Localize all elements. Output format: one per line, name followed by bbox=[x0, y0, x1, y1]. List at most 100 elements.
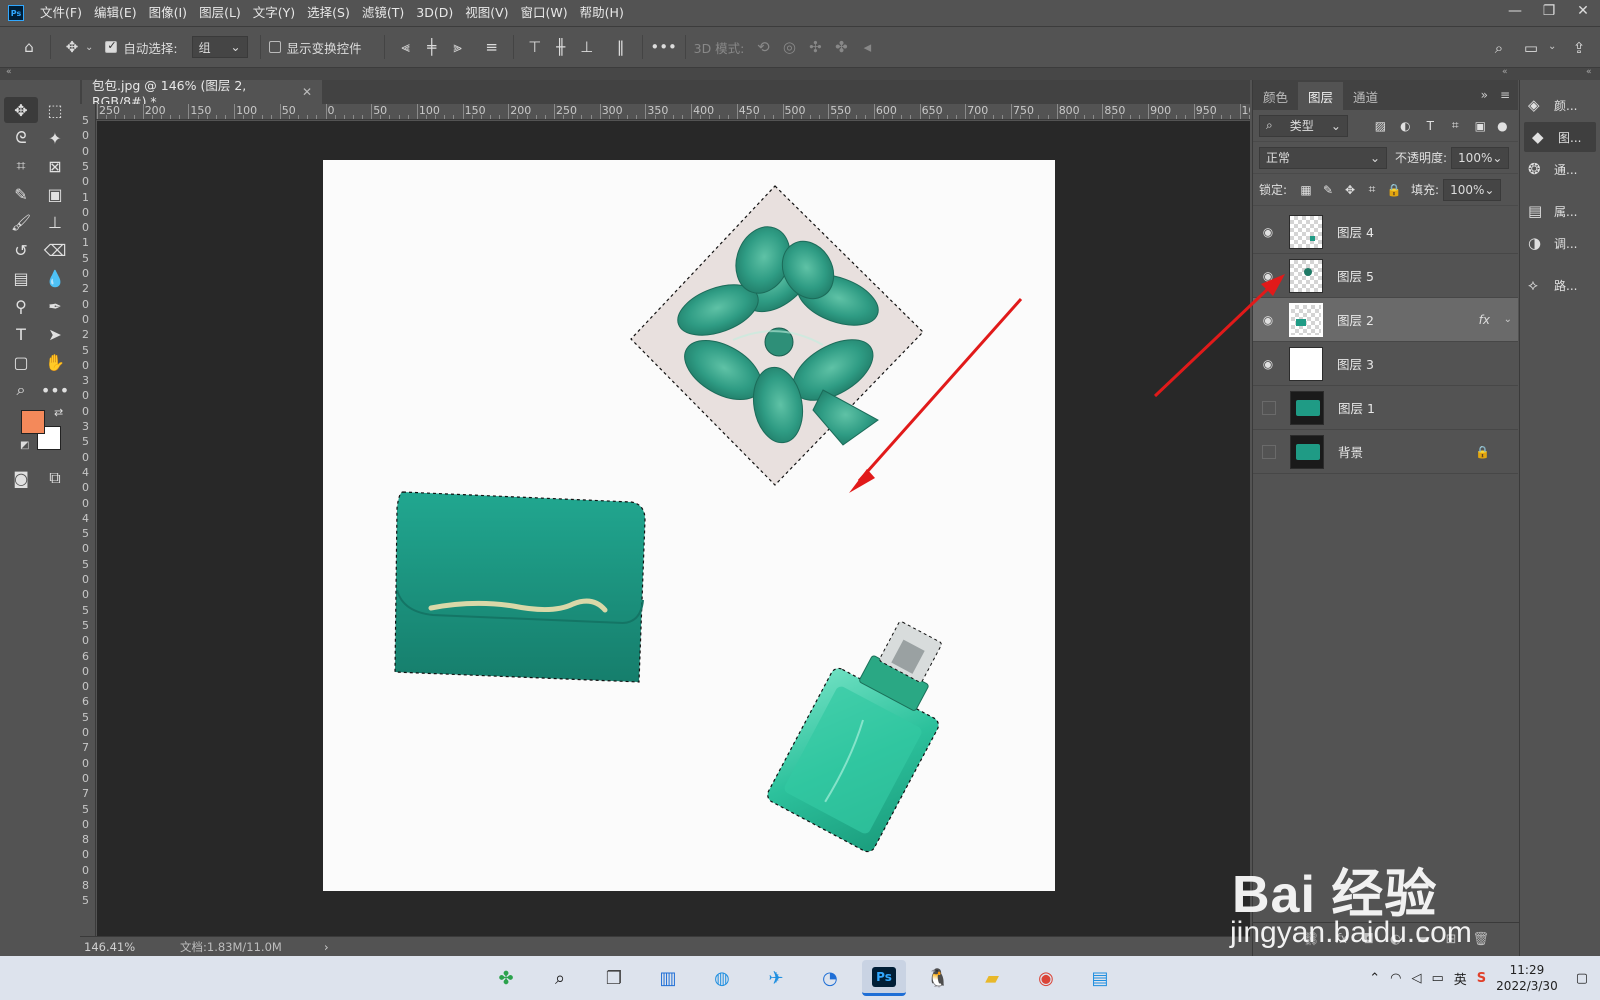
chrome-icon[interactable]: ◉ bbox=[1024, 960, 1068, 996]
distribute-vertical-icon[interactable]: ‖ bbox=[608, 34, 634, 60]
dock-item-channels[interactable]: ❂ 通... bbox=[1520, 154, 1600, 184]
lock-artboard-icon[interactable]: ⌗ bbox=[1361, 182, 1383, 197]
menu-help[interactable]: 帮助(H) bbox=[574, 0, 630, 26]
tab-channels[interactable]: 通道 bbox=[1343, 82, 1388, 110]
wifi-icon[interactable]: ◠ bbox=[1390, 971, 1401, 986]
edge-browser-icon[interactable]: ◍ bbox=[700, 960, 744, 996]
layer-row-layer-3[interactable]: ◉ 图层 3 bbox=[1253, 342, 1518, 386]
hand-tool-icon[interactable]: ✋ bbox=[38, 349, 72, 375]
canvas-workspace[interactable] bbox=[97, 121, 1250, 936]
3d-orbit-icon[interactable]: ⟲ bbox=[750, 34, 776, 60]
3d-camera-icon[interactable]: ◂ bbox=[854, 34, 880, 60]
align-vcenter-icon[interactable]: ╫ bbox=[548, 34, 574, 60]
new-group-icon[interactable]: ▬ bbox=[1417, 932, 1429, 947]
menu-select[interactable]: 选择(S) bbox=[301, 0, 356, 26]
close-tab-icon[interactable]: ✕ bbox=[302, 85, 312, 99]
home-icon[interactable]: ⌂ bbox=[16, 34, 42, 60]
path-selection-tool-icon[interactable]: ➤ bbox=[38, 321, 72, 347]
dock-item-properties[interactable]: ▤ 属... bbox=[1520, 196, 1600, 226]
volume-icon[interactable]: ◁ bbox=[1411, 971, 1421, 986]
layer-effects-icon[interactable]: fx bbox=[1479, 313, 1490, 327]
distribute-horizontal-icon[interactable]: ≡ bbox=[479, 34, 505, 60]
auto-select-checkbox[interactable] bbox=[105, 39, 118, 53]
type-tool-icon[interactable]: T bbox=[4, 321, 38, 347]
dock-item-color[interactable]: ◈ 颜... bbox=[1520, 90, 1600, 120]
visibility-eye-icon[interactable]: ◉ bbox=[1253, 313, 1283, 327]
task-view-icon[interactable]: ❐ bbox=[592, 960, 636, 996]
dock-item-layers[interactable]: ◆ 图... bbox=[1524, 122, 1596, 152]
sogou-ime-icon[interactable]: S bbox=[1477, 971, 1486, 986]
patch-tool-icon[interactable]: ▣ bbox=[38, 181, 72, 207]
dock-item-adjustments[interactable]: ◑ 调... bbox=[1520, 228, 1600, 258]
visibility-toggle-off[interactable] bbox=[1262, 444, 1276, 459]
minimize-button[interactable]: — bbox=[1498, 0, 1532, 22]
document-canvas[interactable] bbox=[323, 160, 1055, 891]
layer-row-layer-5[interactable]: ◉ 图层 5 bbox=[1253, 254, 1518, 298]
default-colors-icon[interactable]: ◩ bbox=[20, 440, 29, 451]
align-hcenter-icon[interactable]: ╪ bbox=[419, 34, 445, 60]
visibility-eye-icon[interactable]: ◉ bbox=[1253, 269, 1283, 283]
feishu-icon[interactable]: ✈ bbox=[754, 960, 798, 996]
collapse-dock-icon[interactable]: « bbox=[1586, 67, 1592, 77]
filter-adjustment-icon[interactable]: ◐ bbox=[1393, 119, 1418, 133]
battery-icon[interactable]: ▭ bbox=[1431, 971, 1443, 986]
align-right-icon[interactable]: ⫸ bbox=[445, 34, 471, 60]
screen-mode-icon[interactable]: ⧉ bbox=[38, 465, 72, 491]
menu-filter[interactable]: 滤镜(T) bbox=[356, 0, 410, 26]
add-style-icon[interactable]: fx bbox=[1335, 932, 1347, 947]
chevron-down-icon[interactable]: ⌄ bbox=[85, 42, 93, 53]
lock-transparent-icon[interactable]: ▦ bbox=[1295, 183, 1317, 197]
layer-filter-dropdown[interactable]: ⌕ 类型 ⌄ bbox=[1259, 114, 1348, 137]
chevron-up-icon[interactable]: ⌃ bbox=[1369, 971, 1380, 986]
lock-icon[interactable]: 🔒 bbox=[1475, 445, 1490, 459]
swap-colors-icon[interactable]: ⇄ bbox=[54, 406, 63, 419]
search-icon[interactable]: ⌕ bbox=[538, 960, 582, 996]
quick-mask-icon[interactable]: ◙ bbox=[4, 465, 38, 491]
3d-slide-icon[interactable]: ✤ bbox=[828, 34, 854, 60]
new-adjustment-icon[interactable]: ◐ bbox=[1390, 932, 1401, 947]
3d-roll-icon[interactable]: ◎ bbox=[776, 34, 802, 60]
menu-layer[interactable]: 图层(L) bbox=[193, 0, 247, 26]
move-tool-icon[interactable]: ✥ bbox=[4, 97, 38, 123]
new-layer-icon[interactable]: ⊞ bbox=[1446, 932, 1457, 947]
expand-panel-icon[interactable]: » bbox=[1481, 88, 1488, 102]
menu-file[interactable]: 文件(F) bbox=[34, 0, 88, 26]
link-layers-icon[interactable]: ⛓ bbox=[1303, 932, 1320, 947]
frame-tool-icon[interactable]: ⊠ bbox=[38, 153, 72, 179]
lock-pixels-icon[interactable]: ✎ bbox=[1317, 183, 1339, 197]
visibility-eye-icon[interactable]: ◉ bbox=[1253, 357, 1283, 371]
status-menu-arrow-icon[interactable]: › bbox=[324, 940, 329, 954]
lasso-tool-icon[interactable]: ᘓ bbox=[4, 125, 38, 151]
document-tab[interactable]: 包包.jpg @ 146% (图层 2, RGB/8#) * ✕ bbox=[82, 78, 322, 109]
visibility-eye-icon[interactable]: ◉ bbox=[1253, 225, 1283, 239]
notification-icon[interactable]: ▢ bbox=[1576, 971, 1588, 986]
search-icon[interactable]: ⌕ bbox=[1486, 35, 1512, 61]
widgets-icon[interactable]: ▥ bbox=[646, 960, 690, 996]
panel-menu-icon[interactable]: ≡ bbox=[1500, 88, 1510, 102]
pen-tool-icon[interactable]: ✒ bbox=[38, 293, 72, 319]
align-bottom-icon[interactable]: ⊥ bbox=[574, 34, 600, 60]
marquee-tool-icon[interactable]: ⬚ bbox=[38, 97, 72, 123]
filter-smart-object-icon[interactable]: ▣ bbox=[1468, 119, 1493, 133]
fill-input[interactable]: 100% ⌄ bbox=[1443, 178, 1502, 201]
foreground-color-swatch[interactable] bbox=[21, 410, 45, 434]
crop-tool-icon[interactable]: ⌗ bbox=[4, 153, 38, 179]
gradient-tool-icon[interactable]: ▤ bbox=[4, 265, 38, 291]
menu-window[interactable]: 窗口(W) bbox=[515, 0, 574, 26]
close-button[interactable]: ✕ bbox=[1566, 0, 1600, 22]
dodge-tool-icon[interactable]: ⚲ bbox=[4, 293, 38, 319]
zoom-level[interactable]: 146.41% bbox=[84, 940, 174, 954]
auto-select-target-dropdown[interactable]: 组 ⌄ bbox=[191, 36, 248, 58]
input-method-indicator[interactable]: 英 bbox=[1454, 969, 1467, 988]
lock-position-icon[interactable]: ✥ bbox=[1339, 183, 1361, 197]
menu-view[interactable]: 视图(V) bbox=[459, 0, 514, 26]
layer-row-layer-1[interactable]: 图层 1 bbox=[1253, 386, 1518, 430]
3d-pan-icon[interactable]: ✣ bbox=[802, 34, 828, 60]
delete-layer-icon[interactable]: 🗑 bbox=[1472, 932, 1489, 947]
magic-wand-tool-icon[interactable]: ✦ bbox=[38, 125, 72, 151]
chevron-down-icon[interactable]: ⌄ bbox=[1548, 41, 1556, 52]
blur-tool-icon[interactable]: 💧 bbox=[38, 265, 72, 291]
restore-button[interactable]: ❐ bbox=[1532, 0, 1566, 22]
collapse-left-icon[interactable]: « bbox=[6, 67, 12, 77]
system-clock[interactable]: 11:29 2022/3/30 bbox=[1496, 962, 1558, 994]
